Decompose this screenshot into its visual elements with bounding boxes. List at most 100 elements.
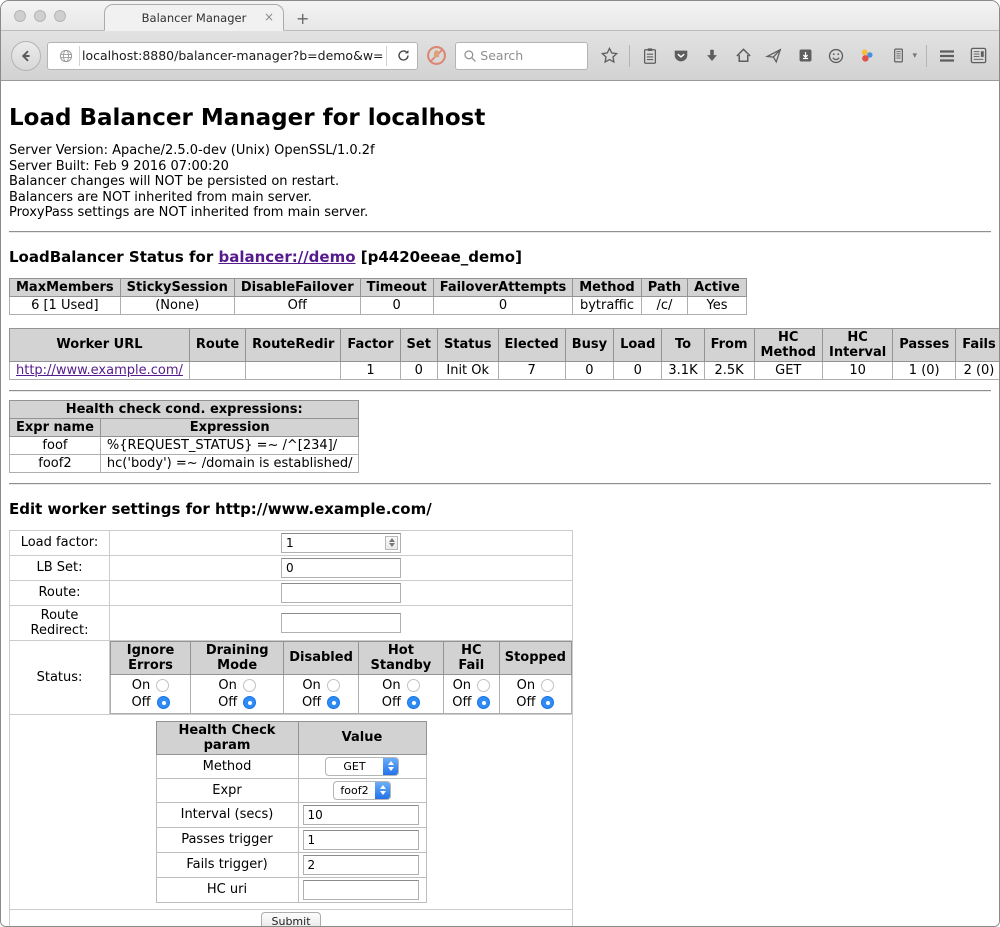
page-content: Load Balancer Manager for localhost Serv… (1, 81, 999, 927)
cell-expr-name: foof (10, 436, 101, 454)
close-tab-icon[interactable]: × (264, 11, 274, 23)
expressions-table-title: Health check cond. expressions: (10, 400, 359, 418)
close-window-button[interactable] (14, 10, 26, 22)
column-header: RouteRedir (246, 328, 341, 361)
submit-button[interactable]: Submit (261, 912, 320, 927)
list-extension-icon[interactable] (887, 45, 909, 67)
number-stepper-icon[interactable] (385, 536, 398, 550)
form-row-lb-set: LB Set: (10, 555, 573, 580)
hc-label: Passes trigger (156, 827, 298, 852)
radio-hc-fail-on[interactable] (477, 679, 490, 692)
interval-input[interactable] (303, 805, 419, 825)
radio-label: Off (302, 694, 321, 711)
back-button[interactable] (11, 41, 41, 71)
route-redirect-input[interactable] (281, 613, 401, 633)
column-header: Hot Standby (358, 641, 443, 674)
tab-balancer-manager[interactable]: Balancer Manager × (104, 4, 284, 31)
radio-stopped-off[interactable] (541, 696, 554, 709)
hc-row-method: Method GET (156, 754, 426, 778)
status-cell-hc-fail: On Off (443, 674, 499, 713)
radio-stopped-on[interactable] (541, 679, 554, 692)
colors-extension-icon[interactable] (856, 45, 878, 67)
downloads-icon[interactable] (701, 45, 723, 67)
column-header: Value (298, 721, 426, 754)
bookmark-star-icon[interactable] (598, 45, 620, 67)
load-factor-input[interactable] (282, 536, 385, 550)
form-row-status: Status: Ignore Errors Draining Mode Disa… (10, 640, 573, 714)
smiley-icon[interactable] (825, 45, 847, 67)
cell-route (189, 361, 245, 379)
search-input[interactable] (478, 47, 578, 64)
menu-icon[interactable] (936, 45, 958, 67)
radio-label: On (132, 677, 150, 694)
cell-set: 0 (400, 361, 437, 379)
dropdown-caret-icon[interactable]: ▾ (912, 51, 917, 61)
hc-label: Method (156, 754, 298, 778)
pocket-icon[interactable] (670, 45, 692, 67)
worker-url-link[interactable]: http://www.example.com/ (16, 363, 183, 378)
cell-timeout: 0 (360, 296, 433, 314)
download-panel-icon[interactable] (794, 45, 816, 67)
reload-button[interactable] (389, 48, 417, 63)
back-arrow-icon (18, 48, 34, 64)
radio-label: On (302, 677, 320, 694)
column-header: Stopped (499, 641, 571, 674)
radio-disabled-on[interactable] (327, 679, 340, 692)
adblock-icon[interactable] (426, 45, 447, 66)
expr-select-value: foof2 (334, 784, 375, 797)
loadbalancer-status-heading: LoadBalancer Status for balancer://demo … (9, 248, 991, 266)
radio-ignore-errors-off[interactable] (157, 696, 170, 709)
column-header: Draining Mode (191, 641, 284, 674)
hc-row-expr: Expr foof2 (156, 778, 426, 802)
send-icon[interactable] (763, 45, 785, 67)
field-label: Status: (10, 640, 110, 714)
radio-ignore-errors-on[interactable] (156, 679, 169, 692)
column-header: Worker URL (10, 328, 190, 361)
column-header: Fails (956, 328, 999, 361)
page-title: Load Balancer Manager for localhost (9, 105, 991, 131)
radio-label: On (218, 677, 236, 694)
status-cell-disabled: On Off (284, 674, 359, 713)
lb-set-input[interactable] (281, 558, 401, 578)
reading-list-icon[interactable] (639, 45, 661, 67)
column-header: MaxMembers (10, 278, 121, 296)
expr-select[interactable]: foof2 (333, 781, 391, 800)
cell-load: 0 (614, 361, 662, 379)
cell-elected: 7 (498, 361, 565, 379)
radio-hot-standby-on[interactable] (407, 679, 420, 692)
new-tab-button[interactable]: + (296, 9, 309, 28)
radio-disabled-off[interactable] (327, 696, 340, 709)
home-icon[interactable] (732, 45, 754, 67)
radio-draining-mode-on[interactable] (243, 679, 256, 692)
status-cell-ignore-errors: On Off (111, 674, 191, 713)
radio-draining-mode-off[interactable] (243, 696, 256, 709)
edit-worker-heading: Edit worker settings for http://www.exam… (9, 500, 991, 518)
passes-input[interactable] (303, 830, 419, 850)
column-header: Route (189, 328, 245, 361)
column-header: From (704, 328, 754, 361)
hc-uri-input[interactable] (303, 880, 419, 900)
balancer-demo-link[interactable]: balancer://demo (218, 248, 355, 266)
titlebar: Balancer Manager × + (1, 1, 999, 31)
cell-hc-interval: 10 (822, 361, 892, 379)
expression-row: foof %{REQUEST_STATUS} =~ /^[234]/ (10, 436, 359, 454)
reader-grid-icon[interactable] (967, 45, 989, 67)
divider (9, 231, 991, 233)
server-built-line: Server Built: Feb 9 2016 07:00:20 (9, 159, 991, 175)
column-header: FailoverAttempts (433, 278, 573, 296)
route-input[interactable] (281, 583, 401, 603)
form-row-load-factor: Load factor: (10, 530, 573, 555)
radio-hc-fail-off[interactable] (477, 696, 490, 709)
hc-label: HC uri (156, 877, 298, 902)
field-label: Route: (10, 580, 110, 605)
url-bar[interactable]: localhost:8880/balancer-manager?b=demo&w… (47, 42, 418, 70)
url-text[interactable]: localhost:8880/balancer-manager?b=demo&w… (82, 48, 384, 63)
method-select[interactable]: GET (325, 757, 399, 776)
minimize-window-button[interactable] (34, 10, 46, 22)
zoom-window-button[interactable] (54, 10, 66, 22)
cell-maxmembers: 6 [1 Used] (10, 296, 121, 314)
fails-input[interactable] (303, 855, 419, 875)
radio-hot-standby-off[interactable] (407, 696, 420, 709)
search-bar[interactable] (455, 42, 588, 70)
cell-method: bytraffic (573, 296, 641, 314)
